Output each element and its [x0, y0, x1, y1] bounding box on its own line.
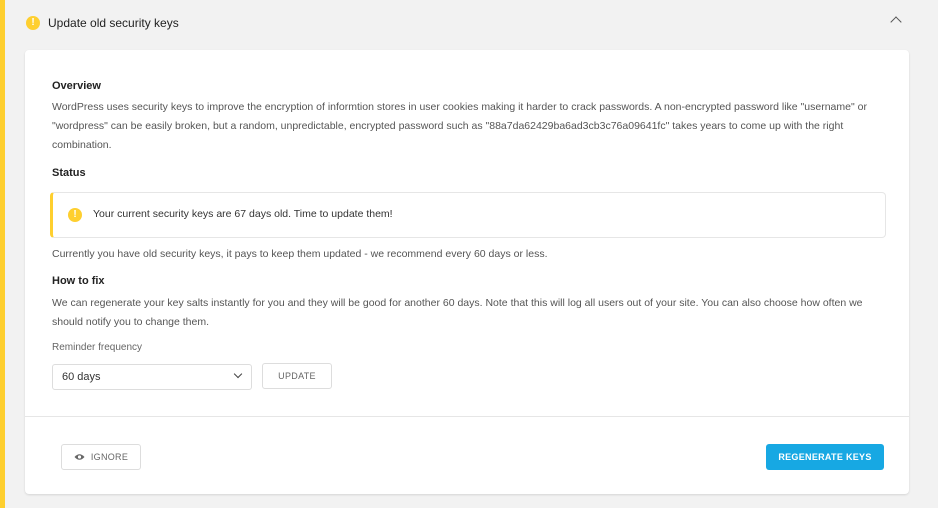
status-heading: Status [52, 167, 86, 179]
issue-details-card: Overview WordPress uses security keys to… [25, 50, 909, 494]
status-notice-text: Your current security keys are 67 days o… [93, 208, 393, 220]
reminder-frequency-value: 60 days [62, 371, 101, 383]
chevron-up-icon[interactable] [890, 16, 902, 28]
status-description: Currently you have old security keys, it… [52, 248, 548, 260]
how-to-fix-text: We can regenerate your key salts instant… [52, 297, 863, 328]
status-notice: ! Your current security keys are 67 days… [50, 192, 886, 238]
overview-text: WordPress uses security keys to improve … [52, 101, 867, 151]
warning-icon: ! [26, 16, 40, 30]
warning-icon: ! [68, 208, 82, 222]
reminder-frequency-label: Reminder frequency [52, 342, 143, 353]
ignore-button[interactable]: IGNORE [61, 444, 141, 470]
update-button[interactable]: UPDATE [262, 363, 332, 389]
regenerate-keys-button[interactable]: REGENERATE KEYS [766, 444, 884, 470]
chevron-down-icon [233, 369, 243, 379]
ignore-button-label: IGNORE [90, 452, 129, 462]
footer-divider [25, 416, 909, 417]
issue-title: Update old security keys [48, 16, 179, 30]
overview-heading: Overview [52, 80, 101, 92]
issue-header[interactable]: ! Update old security keys [5, 0, 938, 48]
how-to-fix-heading: How to fix [52, 275, 105, 287]
reminder-frequency-select[interactable]: 60 days [52, 364, 252, 390]
eye-icon [74, 453, 85, 461]
left-accent-bar [0, 0, 5, 508]
